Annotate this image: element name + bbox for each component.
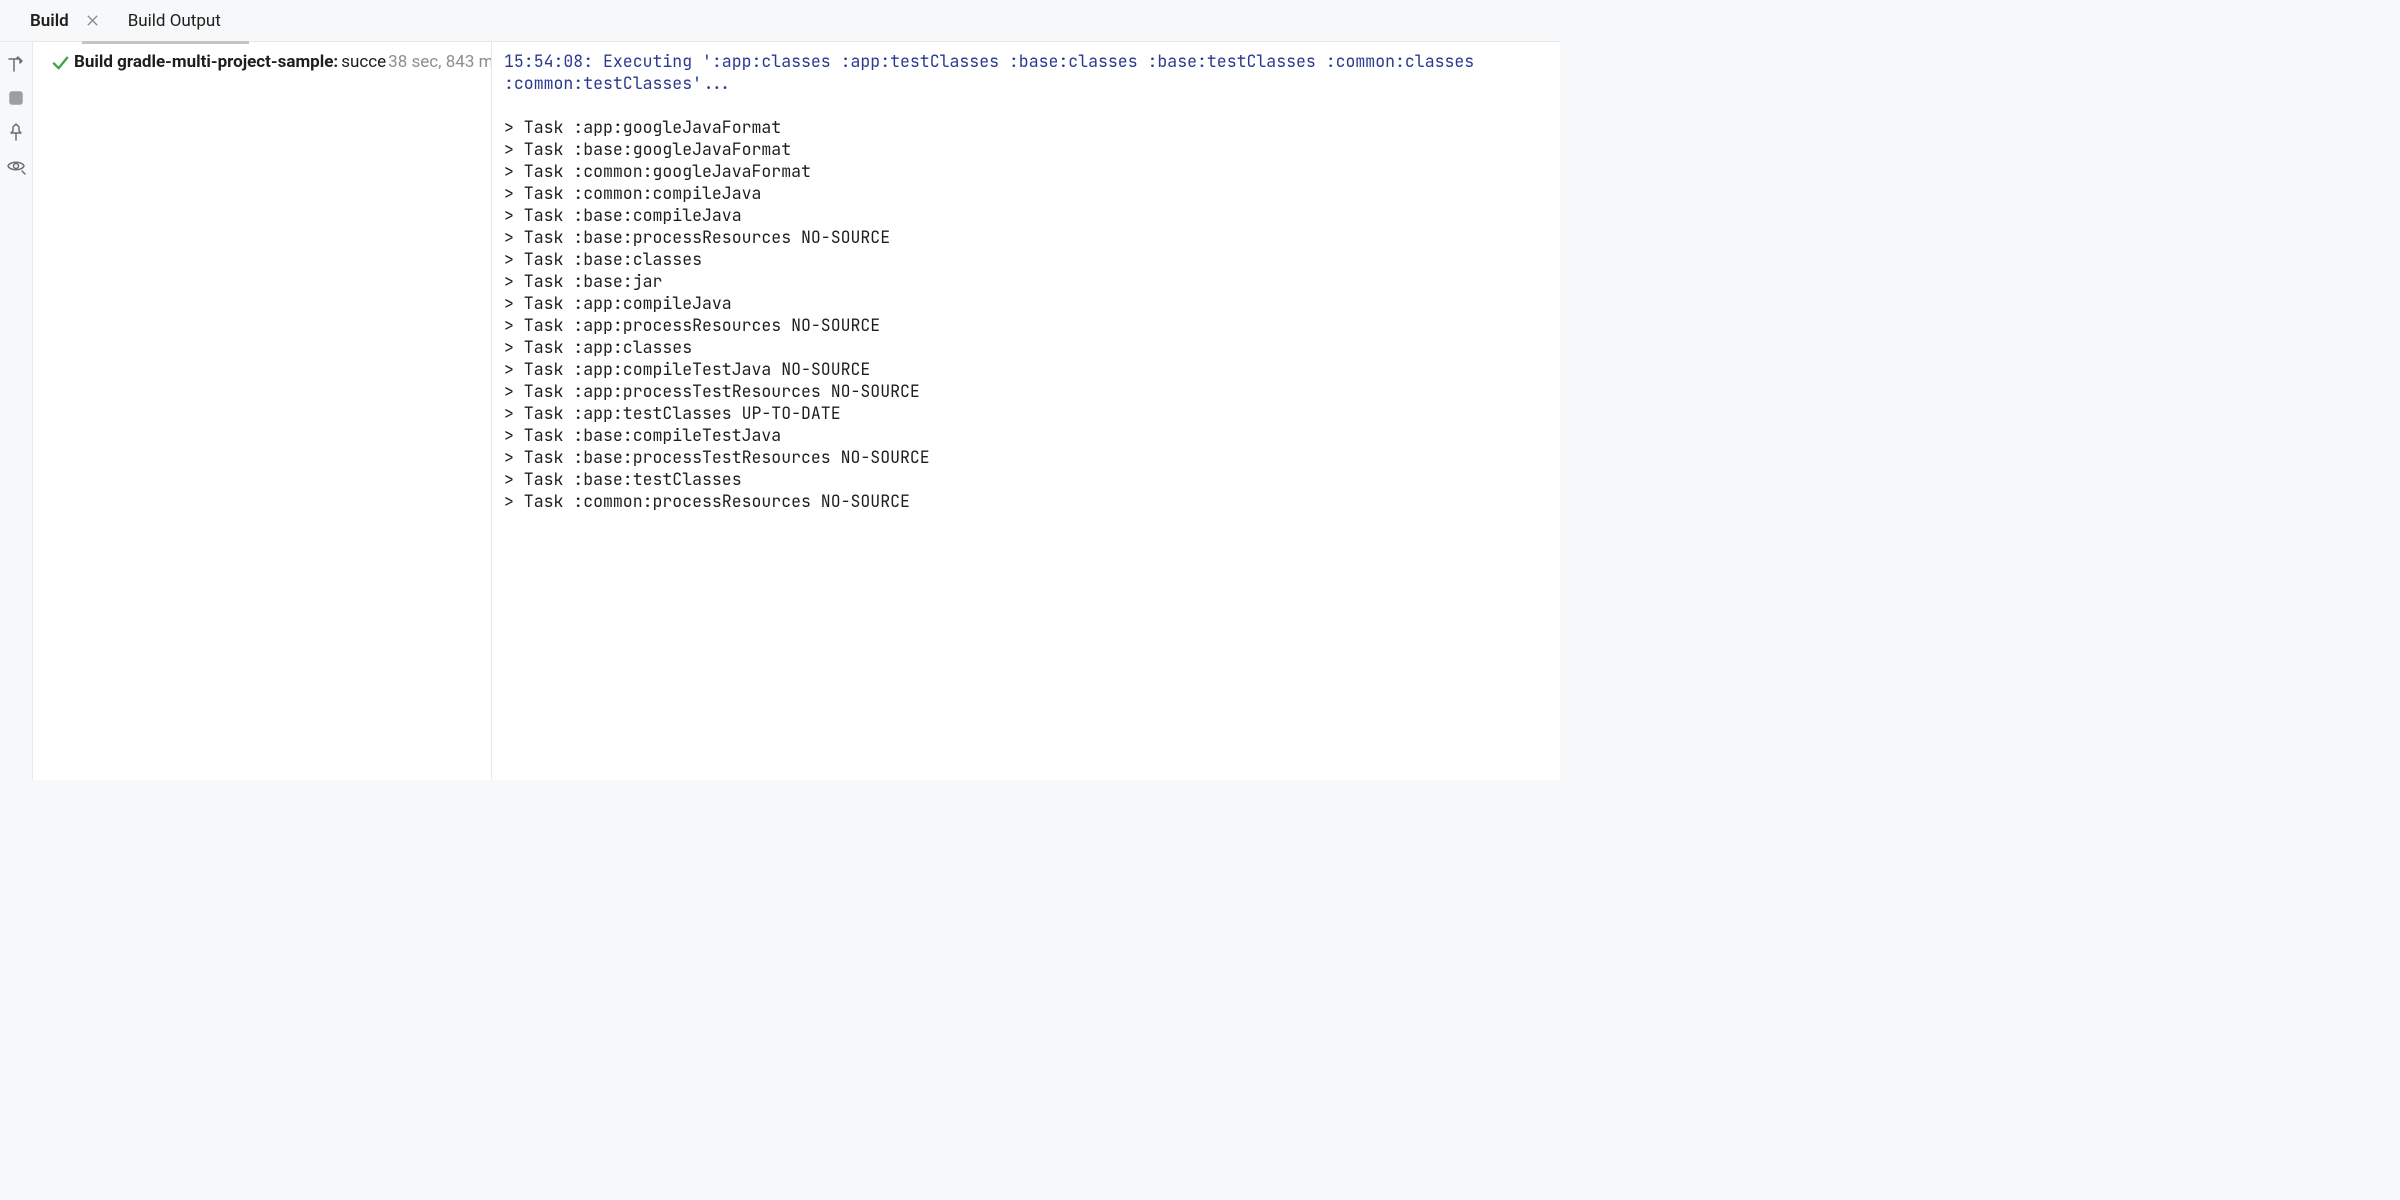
tab-close-group <box>85 13 110 28</box>
console-task-list: > Task :app:googleJavaFormat> Task :base… <box>504 116 1560 512</box>
console-task-line: > Task :common:processResources NO-SOURC… <box>504 490 1560 512</box>
tab-build-output-label: Build Output <box>128 11 221 31</box>
close-icon[interactable] <box>85 13 100 28</box>
console-task-line: > Task :app:googleJavaFormat <box>504 116 1560 138</box>
console-task-line: > Task :base:compileJava <box>504 204 1560 226</box>
console-task-line: > Task :base:testClasses <box>504 468 1560 490</box>
console-task-line: > Task :app:classes <box>504 336 1560 358</box>
build-tree-root[interactable]: Build gradle-multi-project-sample: succe… <box>51 52 491 72</box>
stop-icon[interactable] <box>6 88 26 108</box>
console-task-line: > Task :app:processTestResources NO-SOUR… <box>504 380 1560 402</box>
tab-build-output[interactable]: Build Output <box>110 0 239 41</box>
console-task-line: > Task :base:processResources NO-SOURCE <box>504 226 1560 248</box>
console-task-line: > Task :common:googleJavaFormat <box>504 160 1560 182</box>
pin-icon[interactable] <box>6 122 26 142</box>
console-task-line: > Task :base:compileTestJava <box>504 424 1560 446</box>
console-task-line: > Task :app:processResources NO-SOURCE <box>504 314 1560 336</box>
console-task-line: > Task :base:classes <box>504 248 1560 270</box>
console-output-panel[interactable]: 15:54:08: Executing ':app:classes :app:t… <box>491 42 1560 780</box>
build-status: succe <box>341 52 386 72</box>
console-task-line: > Task :base:processTestResources NO-SOU… <box>504 446 1560 468</box>
build-tree-panel: Build gradle-multi-project-sample: succe… <box>33 42 491 780</box>
tab-build-label: Build <box>30 11 69 31</box>
tab-bar: Build Build Output <box>0 0 1560 42</box>
console-task-line: > Task :base:googleJavaFormat <box>504 138 1560 160</box>
tab-build[interactable]: Build <box>12 0 87 41</box>
console-task-line: > Task :app:compileTestJava NO-SOURCE <box>504 358 1560 380</box>
build-root-label: Build gradle-multi-project-sample: <box>74 52 338 72</box>
eye-icon[interactable] <box>6 156 26 176</box>
console-task-line: > Task :app:compileJava <box>504 292 1560 314</box>
build-duration: 38 sec, 843 ms <box>388 52 491 72</box>
console-task-line: > Task :app:testClasses UP-TO-DATE <box>504 402 1560 424</box>
hammer-icon[interactable] <box>6 54 26 74</box>
console-task-line: > Task :common:compileJava <box>504 182 1560 204</box>
console-task-line: > Task :base:jar <box>504 270 1560 292</box>
toolbar-sidebar <box>0 42 33 780</box>
tab-active-indicator <box>82 41 249 44</box>
success-check-icon <box>51 53 70 72</box>
console-exec-line: 15:54:08: Executing ':app:classes :app:t… <box>504 50 1560 94</box>
